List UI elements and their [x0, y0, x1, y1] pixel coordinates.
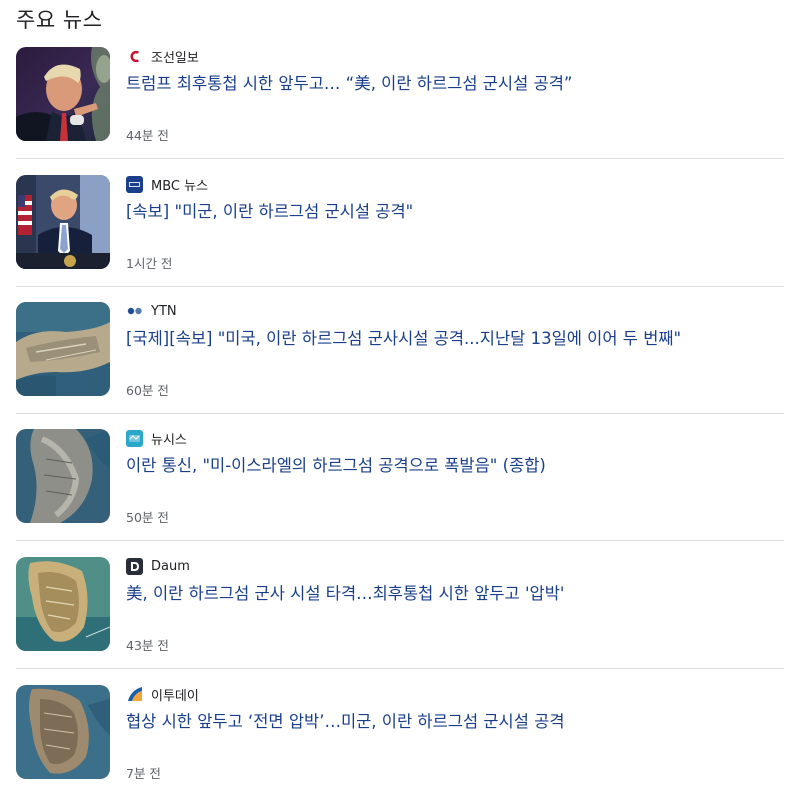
- trump-portrait-thumbnail[interactable]: [16, 47, 110, 141]
- news-item[interactable]: 조선일보 트럼프 최후통첩 시한 앞두고… “美, 이란 하르그섬 군시설 공격…: [16, 47, 784, 175]
- news-item[interactable]: MBC 뉴스 [속보] "미군, 이란 하르그섬 군시설 공격" 1시간 전: [16, 175, 784, 303]
- news-item[interactable]: YTN [국제][속보] "미국, 이란 하르그섬 군사시설 공격...지난달 …: [16, 302, 784, 430]
- headline-link[interactable]: 협상 시한 앞두고 ‘전면 압박’…미군, 이란 하르그섬 군시설 공격: [126, 711, 776, 733]
- news-source[interactable]: 조선일보: [126, 47, 199, 66]
- satellite-island-thumbnail[interactable]: [16, 429, 110, 523]
- source-name: Daum: [151, 558, 190, 574]
- divider: [16, 540, 784, 541]
- trump-podium-thumbnail[interactable]: [16, 175, 110, 269]
- etoday-logo-icon: [126, 686, 143, 703]
- satellite-island-thumbnail[interactable]: [16, 302, 110, 396]
- source-name: MBC 뉴스: [151, 178, 209, 194]
- satellite-island-thumbnail[interactable]: [16, 685, 110, 779]
- timestamp: 1시간 전: [126, 256, 173, 271]
- source-name: 이투데이: [151, 688, 199, 704]
- headline-link[interactable]: [국제][속보] "미국, 이란 하르그섬 군사시설 공격...지난달 13일에…: [126, 328, 776, 350]
- timestamp: 7분 전: [126, 766, 161, 781]
- divider: [16, 668, 784, 669]
- satellite-island-thumbnail[interactable]: [16, 557, 110, 651]
- divider: [16, 413, 784, 414]
- source-name: 조선일보: [151, 50, 199, 66]
- newsis-logo-icon: [126, 429, 143, 447]
- section-title: 주요 뉴스: [16, 8, 103, 32]
- source-name: 뉴시스: [151, 432, 187, 448]
- timestamp: 43분 전: [126, 638, 169, 653]
- news-source[interactable]: 이투데이: [126, 685, 199, 704]
- mbc-logo-icon: [126, 175, 143, 193]
- news-source[interactable]: YTN: [126, 302, 177, 320]
- news-source[interactable]: Daum: [126, 557, 190, 575]
- headline-link[interactable]: [속보] "미군, 이란 하르그섬 군시설 공격": [126, 201, 776, 223]
- divider: [16, 158, 784, 159]
- timestamp: 60분 전: [126, 383, 169, 398]
- news-item[interactable]: Daum 美, 이란 하르그섬 군사 시설 타격…최후통첩 시한 앞두고 '압박…: [16, 557, 784, 685]
- timestamp: 50분 전: [126, 510, 169, 525]
- chosun-logo-icon: [126, 48, 143, 65]
- headline-link[interactable]: 이란 통신, "미-이스라엘의 하르그섬 공격으로 폭발음" (종합): [126, 455, 776, 477]
- headline-link[interactable]: 美, 이란 하르그섬 군사 시설 타격…최후통첩 시한 앞두고 '압박': [126, 583, 776, 605]
- ytn-logo-icon: [126, 303, 143, 320]
- divider: [16, 286, 784, 287]
- daum-logo-icon: [126, 557, 143, 575]
- news-source[interactable]: 뉴시스: [126, 429, 187, 448]
- headline-link[interactable]: 트럼프 최후통첩 시한 앞두고… “美, 이란 하르그섬 군시설 공격”: [126, 73, 776, 95]
- source-name: YTN: [151, 303, 177, 319]
- news-source[interactable]: MBC 뉴스: [126, 175, 209, 194]
- news-item[interactable]: 이투데이 협상 시한 앞두고 ‘전면 압박’…미군, 이란 하르그섬 군시설 공…: [16, 685, 784, 790]
- timestamp: 44분 전: [126, 128, 169, 143]
- news-item[interactable]: 뉴시스 이란 통신, "미-이스라엘의 하르그섬 공격으로 폭발음" (종합) …: [16, 429, 784, 557]
